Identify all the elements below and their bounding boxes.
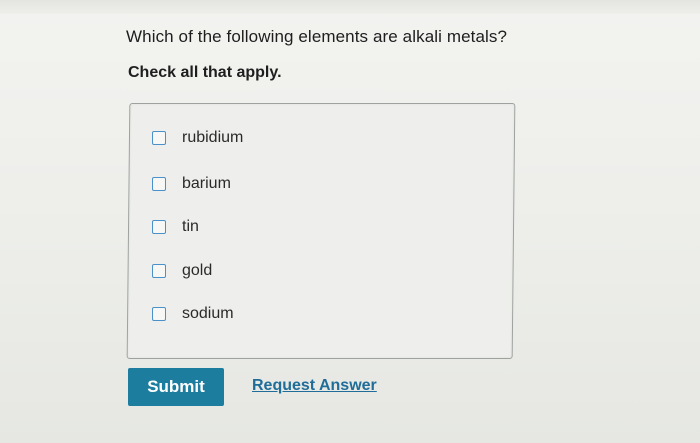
option-tin[interactable]: tin — [152, 218, 199, 236]
option-barium[interactable]: barium — [152, 175, 231, 193]
checkbox-icon[interactable] — [152, 264, 166, 278]
submit-button[interactable]: Submit — [128, 368, 224, 406]
option-sodium[interactable]: sodium — [152, 305, 234, 323]
option-label: tin — [182, 218, 199, 235]
checkbox-icon[interactable] — [152, 131, 166, 145]
option-gold[interactable]: gold — [152, 262, 212, 280]
checkbox-icon[interactable] — [152, 307, 166, 321]
instruction-text: Check all that apply. — [128, 64, 282, 81]
top-strip — [0, 0, 700, 14]
page: Which of the following elements are alka… — [0, 0, 700, 443]
option-label: barium — [182, 175, 231, 192]
option-label: sodium — [182, 305, 234, 322]
option-label: gold — [182, 262, 213, 279]
checkbox-icon[interactable] — [152, 220, 166, 234]
request-answer-link[interactable]: Request Answer — [252, 377, 377, 395]
checkbox-icon[interactable] — [152, 177, 166, 191]
option-label: rubidium — [182, 129, 244, 146]
question-text: Which of the following elements are alka… — [126, 27, 508, 46]
option-rubidium[interactable]: rubidium — [152, 129, 243, 147]
